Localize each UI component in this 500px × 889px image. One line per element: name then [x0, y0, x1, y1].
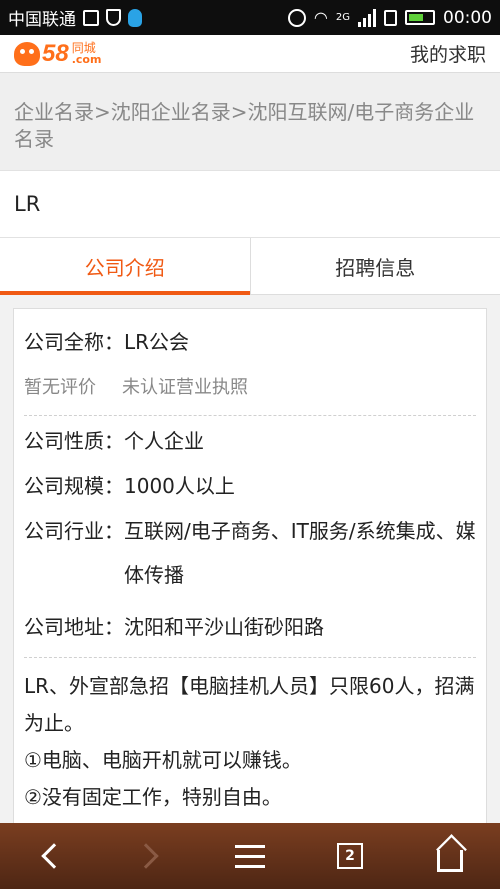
clock: 00:00: [443, 7, 492, 28]
logo-number: 58: [42, 39, 69, 67]
wifi-icon: ◠: [313, 8, 328, 27]
company-meta: 暂无评价 未认证营业执照: [24, 373, 476, 399]
nature-value: 个人企业: [124, 429, 204, 453]
my-job-link[interactable]: 我的求职: [410, 40, 486, 67]
rating-label: 暂无评价: [24, 377, 96, 398]
scale-value: 1000人以上: [124, 474, 235, 498]
scale-key: 公司规模：: [24, 474, 124, 498]
home-icon: [437, 850, 463, 872]
company-properties: 公司性质： 个人企业 公司规模： 1000人以上 公司行业： 互联网/电子商务、…: [24, 426, 476, 642]
nature-row: 公司性质： 个人企业: [24, 426, 476, 456]
signal-icon: [358, 8, 376, 27]
carrier-label: 中国联通: [8, 10, 76, 30]
company-info-card: 公司全称： LR公会 暂无评价 未认证营业执照 公司性质： 个人企业 公司规模：…: [13, 308, 487, 838]
industry-key: 公司行业：: [24, 519, 124, 543]
company-short-name: LR: [14, 192, 41, 216]
address-value: 沈阳和平沙山街砂阳路: [124, 615, 324, 639]
nature-key: 公司性质：: [24, 429, 124, 453]
industry-row: 公司行业： 互联网/电子商务、IT服务/系统集成、媒体传播: [24, 516, 476, 597]
home-button[interactable]: [420, 831, 480, 881]
menu-button[interactable]: [220, 831, 280, 881]
fullname-row: 公司全称： LR公会: [24, 327, 476, 357]
description-paragraph: ②没有固定工作，特别自由。: [24, 785, 282, 809]
qq-notification-icon: [128, 8, 142, 27]
chevron-left-icon: [41, 843, 67, 869]
license-label: 未认证营业执照: [122, 377, 248, 398]
tab-count: 2: [337, 843, 363, 869]
description-paragraph: LR、外宣部急招【电脑挂机人员】只限60人，招满为止。: [24, 674, 475, 735]
site-logo[interactable]: 58 同城 .com: [14, 40, 101, 68]
breadcrumb[interactable]: 企业名录>沈阳企业名录>沈阳互联网/电子商务企业名录: [0, 72, 500, 170]
scale-row: 公司规模： 1000人以上: [24, 471, 476, 501]
forward-button[interactable]: [120, 831, 180, 881]
tab-bar: 公司介绍 招聘信息: [0, 238, 500, 295]
chevron-right-icon: [133, 843, 159, 869]
battery-icon: [405, 10, 435, 25]
browser-toolbar: 2: [0, 823, 500, 889]
tabs-button[interactable]: 2: [320, 831, 380, 881]
divider: [24, 657, 476, 658]
logo-domain: .com: [71, 53, 102, 66]
fullname-value: LR公会: [124, 330, 190, 354]
divider: [24, 415, 476, 416]
industry-value: 互联网/电子商务、IT服务/系统集成、媒体传播: [124, 519, 476, 587]
back-button[interactable]: [20, 831, 80, 881]
app-header: 58 同城 .com 我的求职: [0, 35, 500, 72]
description-paragraph: ①电脑、电脑开机就可以赚钱。: [24, 748, 302, 772]
network-type-label: 2G: [335, 11, 350, 23]
shield-notification-icon: [106, 9, 121, 26]
gallery-notification-icon: [83, 9, 99, 26]
status-bar: 中国联通 ◠ 2G 00:00: [0, 0, 500, 35]
alarm-icon: [287, 8, 306, 27]
menu-icon: [235, 844, 265, 868]
tab-company-intro[interactable]: 公司介绍: [0, 238, 250, 295]
address-key: 公司地址：: [24, 615, 124, 639]
fullname-key: 公司全称：: [24, 330, 124, 354]
mascot-icon: [14, 41, 40, 66]
sim-icon: [384, 9, 397, 26]
tab-job-listings[interactable]: 招聘信息: [249, 238, 500, 294]
address-row: 公司地址： 沈阳和平沙山街砂阳路: [24, 612, 476, 642]
company-title-bar: LR: [0, 170, 500, 238]
company-description: LR、外宣部急招【电脑挂机人员】只限60人，招满为止。 ①电脑、电脑开机就可以赚…: [24, 668, 476, 816]
